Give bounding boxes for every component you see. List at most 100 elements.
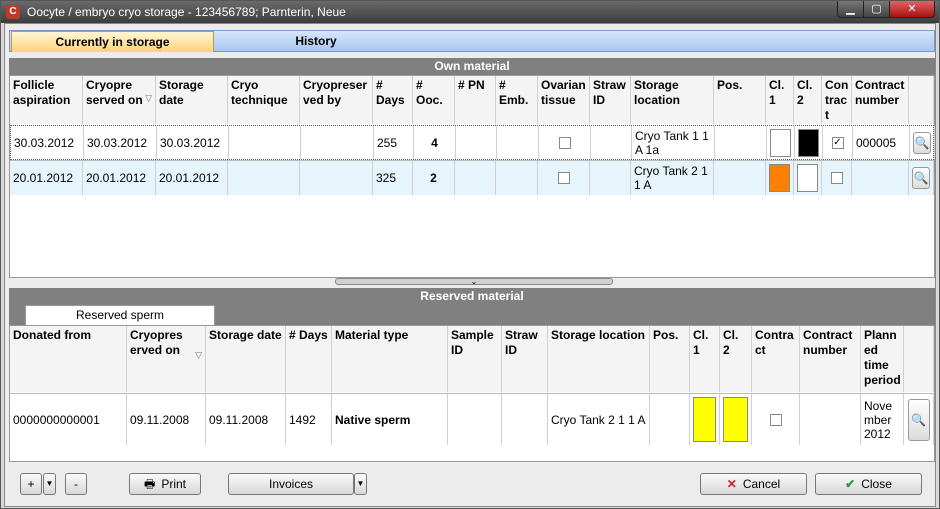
tab-reserved-sperm[interactable]: Reserved sperm [25,305,215,325]
cl1-color-swatch[interactable] [693,397,716,442]
title-bar[interactable]: C Oocyte / embryo cryo storage - 1234567… [1,1,939,23]
cancel-x-icon: ✕ [726,477,737,491]
add-button[interactable]: + [20,473,42,495]
col-cryo-technique[interactable]: Cryo technique [228,76,300,124]
cl2-color-swatch[interactable] [797,164,818,192]
invoices-button[interactable]: Invoices [228,473,354,495]
sort-desc-icon: ▽ [195,350,202,360]
cell-cl1 [767,126,795,159]
remove-button[interactable]: - [65,473,87,495]
cell-contract [822,161,852,195]
col-label: Cryopre served on [86,78,143,107]
tab-strip: Currently in storage History [9,30,935,52]
cl2-color-swatch[interactable] [798,128,819,157]
contract-checkbox[interactable]: ✓ [831,136,844,149]
cell-days: 255 [374,126,414,159]
cell-action: 🔍 [904,394,934,445]
own-material-header: Own material [9,58,935,75]
close-button[interactable]: ✔ Close [815,473,922,495]
col-pn[interactable]: # PN [455,76,496,124]
table-row[interactable]: 20.01.2012 20.01.2012 20.01.2012 325 2 C… [10,160,934,195]
col-days[interactable]: # Days [373,76,413,124]
col-position[interactable]: Pos. [650,326,690,392]
panel-splitter[interactable]: ⌄ [335,278,613,286]
cell-cl2 [720,394,752,445]
cell-cryopreserved-on: 09.11.2008 [127,394,206,445]
col-sample-id[interactable]: Sample ID [448,326,502,392]
add-dropdown-icon[interactable]: ▼ [43,473,56,495]
cell-straw-id [590,161,631,195]
ovarian-tissue-checkbox[interactable] [557,172,570,184]
print-button[interactable]: 🖶 Print [129,473,201,495]
col-storage-date[interactable]: Storage date [206,326,286,392]
cell-storage-location: Cryo Tank 2 1 1 A [548,394,650,445]
cell-days: 1492 [286,394,332,445]
col-contract-number[interactable]: Contract number [852,76,909,124]
cell-storage-date: 09.11.2008 [206,394,286,445]
col-planned-time-period[interactable]: Plann ed time period [861,326,904,392]
col-oocytes[interactable]: # Ooc. [413,76,455,124]
col-cryopreserved-by[interactable]: Cryopreser ved by [300,76,373,124]
col-ovarian-tissue[interactable]: Ovarian tissue [538,76,590,124]
cell-cryopreserved-by [300,161,373,195]
cell-follicle-aspiration: 30.03.2012 [11,126,84,159]
sort-desc-icon: ▽ [145,93,152,103]
cancel-button[interactable]: ✕ Cancel [700,473,807,495]
col-cryopreserved-on[interactable]: Cryopres erved on ▽ [127,326,206,392]
tab-history[interactable]: History [216,31,416,52]
col-storage-location[interactable]: Storage location [548,326,650,392]
col-label: Cryopres erved on [130,328,183,357]
col-cl2[interactable]: Cl. 2 [720,326,752,392]
table-row[interactable]: 30.03.2012 30.03.2012 30.03.2012 255 4 C… [10,125,935,160]
cl1-color-swatch[interactable] [769,164,790,192]
reserved-material-header: Reserved material [9,288,935,305]
col-straw-id[interactable]: Straw ID [502,326,548,392]
invoices-dropdown-icon[interactable]: ▼ [354,473,367,495]
view-details-icon[interactable]: 🔍 [907,398,930,441]
main-window: C Oocyte / embryo cryo storage - 1234567… [0,0,940,509]
col-cl2[interactable]: Cl. 2 [794,76,822,124]
contract-checkbox[interactable] [830,172,843,184]
col-cl1[interactable]: Cl. 1 [766,76,794,124]
cell-storage-location: Cryo Tank 1 1 A 1a [632,126,715,159]
col-embryos[interactable]: # Emb. [496,76,538,124]
col-days[interactable]: # Days [286,326,332,392]
cell-days: 325 [373,161,413,195]
col-contract[interactable]: Contra ct [752,326,800,392]
window-title: Oocyte / embryo cryo storage - 123456789… [27,5,346,19]
cl2-color-swatch[interactable] [723,397,748,442]
col-contract[interactable]: Con trac t [822,76,852,124]
col-cryopreserved-on[interactable]: Cryopre served on ▽ [83,76,156,124]
cell-contract: ✓ [823,126,853,159]
col-follicle-aspiration[interactable]: Follicle aspiration [10,76,83,124]
app-icon: C [6,5,20,19]
minimize-button[interactable]: ▁ [837,1,864,18]
cell-ovarian-tissue [539,126,591,159]
col-position[interactable]: Pos. [714,76,766,124]
cl1-color-swatch[interactable] [770,128,791,157]
col-contract-number[interactable]: Contract number [800,326,861,392]
reserved-material-grid: Donated from Cryopres erved on ▽ Storage … [9,325,935,462]
cell-cl2 [794,161,822,195]
maximize-button[interactable]: ▢ [863,1,890,18]
col-cl1[interactable]: Cl. 1 [690,326,720,392]
col-straw-id[interactable]: Straw ID [590,76,631,124]
cell-straw-id [591,126,632,159]
col-material-type[interactable]: Material type [332,326,448,392]
contract-checkbox[interactable] [769,413,782,426]
cell-position [714,161,766,195]
view-details-icon[interactable]: 🔍 [912,167,930,189]
table-row[interactable]: 0000000000001 09.11.2008 09.11.2008 1492… [10,393,934,445]
col-storage-date[interactable]: Storage date [156,76,228,124]
col-storage-location[interactable]: Storage location [631,76,714,124]
view-details-icon[interactable]: 🔍 [913,131,931,154]
cell-oocytes: 2 [413,161,455,195]
tab-currently-in-storage[interactable]: Currently in storage [11,31,214,52]
cell-position [650,394,690,445]
cell-cl1 [766,161,794,195]
col-donated-from[interactable]: Donated from [10,326,127,392]
cell-material-type: Native sperm [332,394,448,445]
cell-planned-time-period: Nove mber 2012 [861,394,904,445]
close-window-button[interactable]: ✕ [889,1,935,18]
ovarian-tissue-checkbox[interactable] [558,136,571,149]
